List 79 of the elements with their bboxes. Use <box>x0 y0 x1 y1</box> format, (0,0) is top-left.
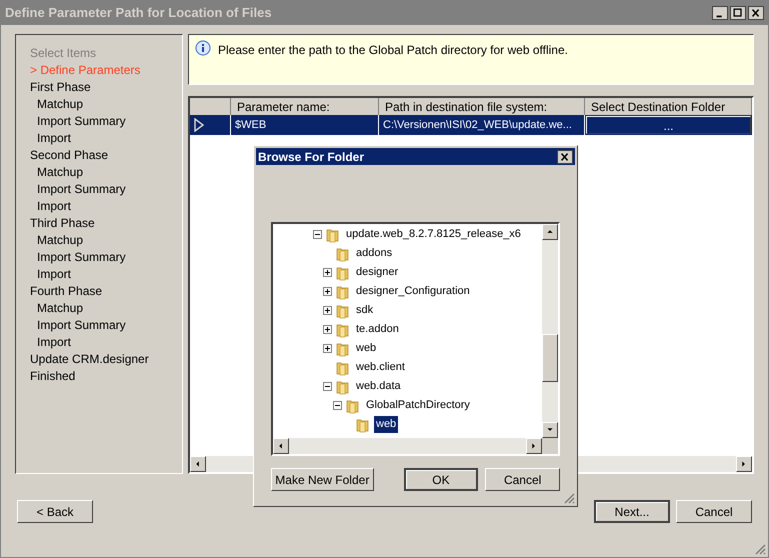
collapse-icon[interactable] <box>333 401 342 410</box>
scrollbar-corner <box>542 438 558 454</box>
step-sublabel: Import <box>36 334 72 350</box>
step-sublabel: Matchup <box>36 300 84 316</box>
expand-icon[interactable] <box>323 268 332 277</box>
step-sublabel: Import Summary <box>36 113 127 129</box>
expand-icon[interactable] <box>323 344 332 353</box>
new-folder-button[interactable]: Make New Folder <box>271 468 374 491</box>
folder-icon <box>335 284 351 300</box>
scroll-thumb[interactable] <box>542 334 558 382</box>
folder-icon <box>335 360 351 376</box>
step-sublabel: Import <box>36 198 72 214</box>
folder-name[interactable]: addons <box>354 245 394 262</box>
scroll-right-button[interactable] <box>736 456 752 472</box>
resize-grip-icon <box>754 543 766 555</box>
folder-name[interactable]: web <box>354 340 378 357</box>
close-icon[interactable] <box>748 6 764 20</box>
step-label: Fourth Phase <box>30 283 104 299</box>
close-icon[interactable] <box>557 150 573 164</box>
scroll-right-button[interactable] <box>526 438 542 454</box>
folder-name[interactable]: GlobalPatchDirectory <box>364 397 472 414</box>
step-sublabel: Matchup <box>36 232 84 248</box>
step-label: Third Phase <box>30 215 96 231</box>
folder-name[interactable]: designer <box>354 264 400 281</box>
step-label: > Define Parameters <box>30 62 142 78</box>
scroll-left-button[interactable] <box>273 438 289 454</box>
next-button[interactable]: Next... <box>594 500 670 523</box>
cancel-button[interactable]: Cancel <box>485 468 560 491</box>
expand-icon[interactable] <box>323 306 332 315</box>
folder-name[interactable]: update.web_8.2.7.8125_release_x6 <box>344 226 523 243</box>
minimize-icon[interactable] <box>712 6 728 20</box>
step-label: First Phase <box>30 79 92 95</box>
step-label: Finished <box>30 368 76 384</box>
step-sublabel: Matchup <box>36 96 84 112</box>
back-button[interactable]: < Back <box>17 500 93 523</box>
table-row[interactable]: $WEB C:\Versionen\ISI\02_WEB\update.we... ... <box>190 115 752 135</box>
folder-icon <box>345 398 361 414</box>
folder-icon <box>335 302 351 318</box>
folder-icon <box>335 322 351 338</box>
expand-icon[interactable] <box>323 287 332 296</box>
step-sublabel: Matchup <box>36 164 84 180</box>
folder-icon <box>335 378 351 394</box>
scroll-down-button[interactable] <box>542 422 558 438</box>
collapse-icon[interactable] <box>323 382 332 391</box>
step-label: Second Phase <box>30 147 110 163</box>
info-message: Please enter the path to the Global Patch directory for web offline. <box>218 42 568 59</box>
folder-icon <box>355 416 371 432</box>
folder-name[interactable]: web <box>374 416 398 433</box>
folder-name[interactable]: sdk <box>354 302 376 319</box>
folder-name[interactable]: web.client <box>354 359 407 376</box>
window-title: Define Parameter Path for Location of Files <box>5 4 272 22</box>
folder-icon <box>335 264 351 280</box>
ok-button[interactable]: OK <box>404 468 478 491</box>
step-label: Select Items <box>30 45 98 61</box>
collapse-icon[interactable] <box>313 230 322 239</box>
expand-icon[interactable] <box>323 325 332 334</box>
dialog-title: Browse For Folder <box>258 148 364 166</box>
resize-grip-icon <box>563 492 575 504</box>
folder-name[interactable]: web.data <box>354 378 403 395</box>
step-sublabel: Import Summary <box>36 181 127 197</box>
folder-icon <box>335 340 351 356</box>
info-icon <box>195 40 211 56</box>
table-cell-text: $WEB <box>234 118 268 133</box>
step-label: Update CRM.designer <box>30 351 150 367</box>
row-pointer-icon <box>194 118 204 132</box>
folder-name[interactable]: te.addon <box>354 321 401 338</box>
folder-icon <box>325 226 341 242</box>
cancel-button[interactable]: Cancel <box>676 500 752 523</box>
browse-button[interactable]: ... <box>586 116 751 134</box>
folder-name[interactable]: designer_Configuration <box>354 283 472 300</box>
table-cell-text: C:\Versionen\ISI\02_WEB\update.we... <box>382 118 573 133</box>
step-sublabel: Import Summary <box>36 249 127 265</box>
step-sublabel: Import <box>36 266 72 282</box>
scroll-up-button[interactable] <box>542 224 558 240</box>
step-sublabel: Import Summary <box>36 317 127 333</box>
maximize-icon[interactable] <box>730 6 746 20</box>
scroll-left-button[interactable] <box>190 456 206 472</box>
folder-icon <box>335 246 351 262</box>
step-sublabel: Import <box>36 130 72 146</box>
